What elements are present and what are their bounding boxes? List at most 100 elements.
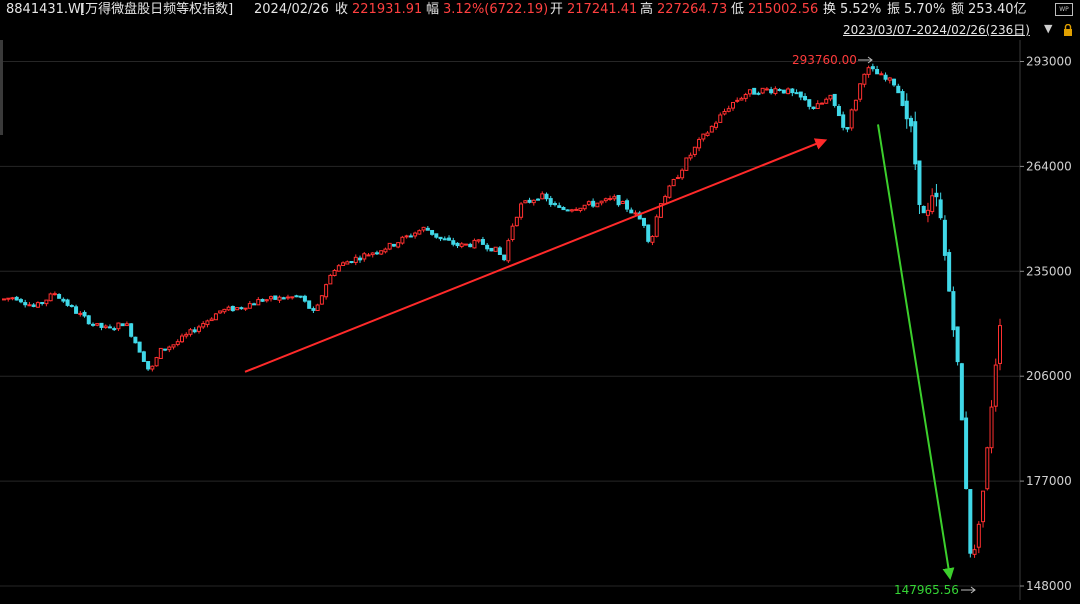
candle-body (455, 242, 460, 247)
candle-body (692, 146, 697, 155)
candle-body (400, 236, 405, 244)
candle-body (374, 252, 379, 255)
candle-body (968, 489, 973, 554)
candle-body (264, 299, 269, 302)
high-value: 227264.73 (657, 2, 728, 17)
candle-body (213, 313, 218, 321)
candle-body (629, 209, 634, 214)
candle-body (591, 200, 596, 207)
candle-body (497, 247, 502, 255)
candle-body (747, 89, 752, 95)
candle-body (845, 127, 850, 130)
lock-icon[interactable] (1063, 24, 1073, 36)
candle-body (196, 326, 201, 332)
security-name: [万得微盘股日频等权指数] (80, 2, 234, 17)
candle-body (150, 365, 155, 370)
candle-body (175, 341, 180, 345)
candle-body (972, 549, 977, 555)
candle-body (595, 202, 600, 208)
amount-value: 253.40亿 (968, 2, 1027, 17)
candle-body (519, 203, 524, 218)
candle-body (252, 303, 257, 306)
candle-body (447, 237, 452, 241)
candle-body (417, 230, 422, 235)
candle-body (14, 296, 19, 301)
candle-body (790, 88, 795, 94)
candle-body (976, 523, 981, 548)
candle-body (82, 311, 87, 317)
candle-body (61, 298, 66, 302)
candle-body (459, 243, 464, 247)
candle-body (324, 284, 329, 298)
candle-body (463, 243, 468, 246)
candle-body (853, 99, 858, 111)
date-range-selector[interactable]: 2023/03/07-2024/02/26(236日) (843, 22, 1030, 38)
candle-body (815, 103, 820, 109)
candle-body (2, 298, 6, 301)
candle-body (230, 305, 235, 312)
trend-lines (244, 124, 955, 581)
candle-body (540, 193, 545, 200)
candle-body (311, 308, 316, 311)
candle-body (226, 306, 231, 311)
candle-body (78, 312, 83, 315)
scrollbar-thumb[interactable] (0, 40, 3, 135)
candle-body (671, 178, 676, 187)
green-trend-arrow (877, 124, 955, 581)
candlestick-series (2, 63, 1002, 558)
candle-body (235, 307, 240, 311)
candle-body (985, 447, 990, 490)
candle-body (353, 256, 358, 263)
candle-body (544, 193, 549, 200)
open-label: 开 (550, 2, 564, 17)
candle-body (23, 302, 28, 306)
candle-body (358, 257, 363, 261)
candle-body (531, 199, 536, 204)
period-high-label: 293760.00 (792, 53, 857, 67)
candle-body (425, 227, 430, 231)
triangle-down-icon[interactable]: ▼ (1044, 22, 1052, 35)
candle-body (781, 89, 786, 94)
candle-body (48, 293, 53, 302)
candle-body (362, 253, 367, 260)
candle-body (69, 305, 74, 308)
candle-body (616, 194, 621, 206)
candle-body (188, 329, 193, 335)
high-label: 高 (640, 2, 654, 17)
candle-body (764, 88, 769, 91)
candle-body (603, 198, 608, 202)
candle-body (536, 198, 541, 201)
candle-body (222, 308, 227, 313)
close-value: 221931.91 (352, 2, 423, 17)
candle-body (722, 110, 727, 115)
candle-body (769, 89, 774, 94)
low-value: 215002.56 (748, 2, 819, 17)
security-code[interactable]: 8841431.WI (6, 0, 85, 20)
candle-body (586, 201, 591, 205)
amount-label: 额 (951, 2, 965, 17)
close-label: 收 (335, 2, 349, 17)
candle-body (654, 216, 659, 237)
candle-body (998, 325, 1002, 364)
candle-body (981, 490, 986, 523)
change-value: 3.12%(6722.19) (443, 2, 549, 17)
candle-body (107, 326, 112, 329)
wp-icon: WP (1055, 3, 1073, 16)
candle-body (552, 203, 557, 206)
candle-body (302, 295, 307, 302)
candle-body (345, 261, 350, 265)
candle-body (735, 99, 740, 102)
period-low-label: 147965.56 (894, 583, 959, 597)
candle-body (836, 105, 841, 117)
candle-body (904, 100, 909, 120)
candle-body (942, 219, 947, 256)
candle-body (209, 318, 214, 322)
gridlines (0, 40, 1021, 600)
candle-body (896, 85, 901, 94)
candle-body (91, 323, 96, 326)
candle-body (921, 205, 926, 214)
low-label: 低 (731, 2, 745, 17)
candle-body (167, 346, 172, 351)
candle-body (141, 351, 146, 362)
candle-body (701, 133, 706, 140)
